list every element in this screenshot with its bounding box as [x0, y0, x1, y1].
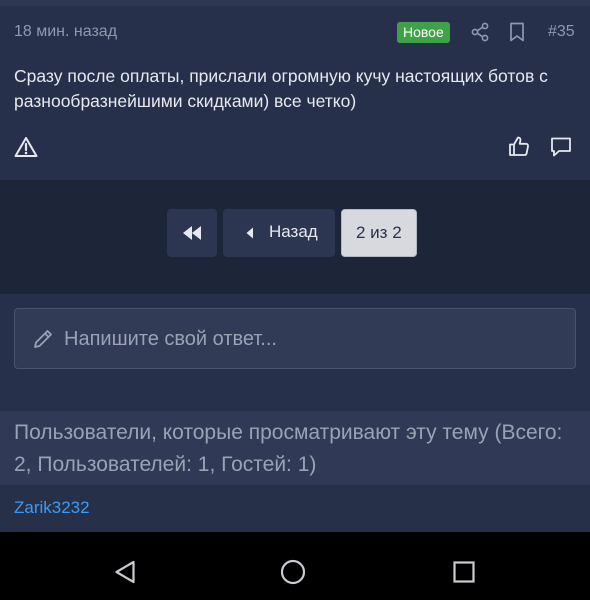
prev-page-button[interactable]: Назад: [223, 209, 335, 257]
current-page-indicator: 2 из 2: [341, 209, 417, 257]
prev-page-label: Назад: [269, 222, 318, 241]
viewers-title: Пользователи, которые просматривают эту …: [14, 421, 563, 476]
post-time: 18 мин. назад: [14, 23, 118, 40]
pencil-icon: [34, 330, 52, 348]
like-icon[interactable]: [508, 135, 530, 157]
current-page-label: 2 из 2: [356, 223, 402, 242]
reply-placeholder: Напишите свой ответ...: [64, 328, 277, 350]
post-text: Сразу после оплаты, прислали огромную ку…: [14, 66, 548, 111]
warning-icon[interactable]: [14, 136, 38, 158]
new-badge: Новое: [397, 22, 450, 43]
post-top-strip: [0, 0, 590, 6]
bookmark-icon[interactable]: [509, 22, 525, 42]
reply-icon[interactable]: [550, 136, 572, 158]
home-circle-icon[interactable]: [280, 559, 306, 585]
post-number[interactable]: #35: [548, 23, 575, 41]
prev-arrow-icon: [246, 227, 253, 239]
first-page-icon: [183, 226, 201, 240]
system-nav-bar: [0, 532, 590, 600]
first-page-button[interactable]: [167, 209, 217, 257]
back-triangle-icon[interactable]: [114, 560, 136, 584]
reply-input[interactable]: Напишите свой ответ...: [14, 308, 576, 369]
recents-square-icon[interactable]: [453, 561, 475, 583]
share-icon[interactable]: [470, 22, 490, 42]
viewer-user-link[interactable]: Zarik3232: [14, 498, 90, 518]
